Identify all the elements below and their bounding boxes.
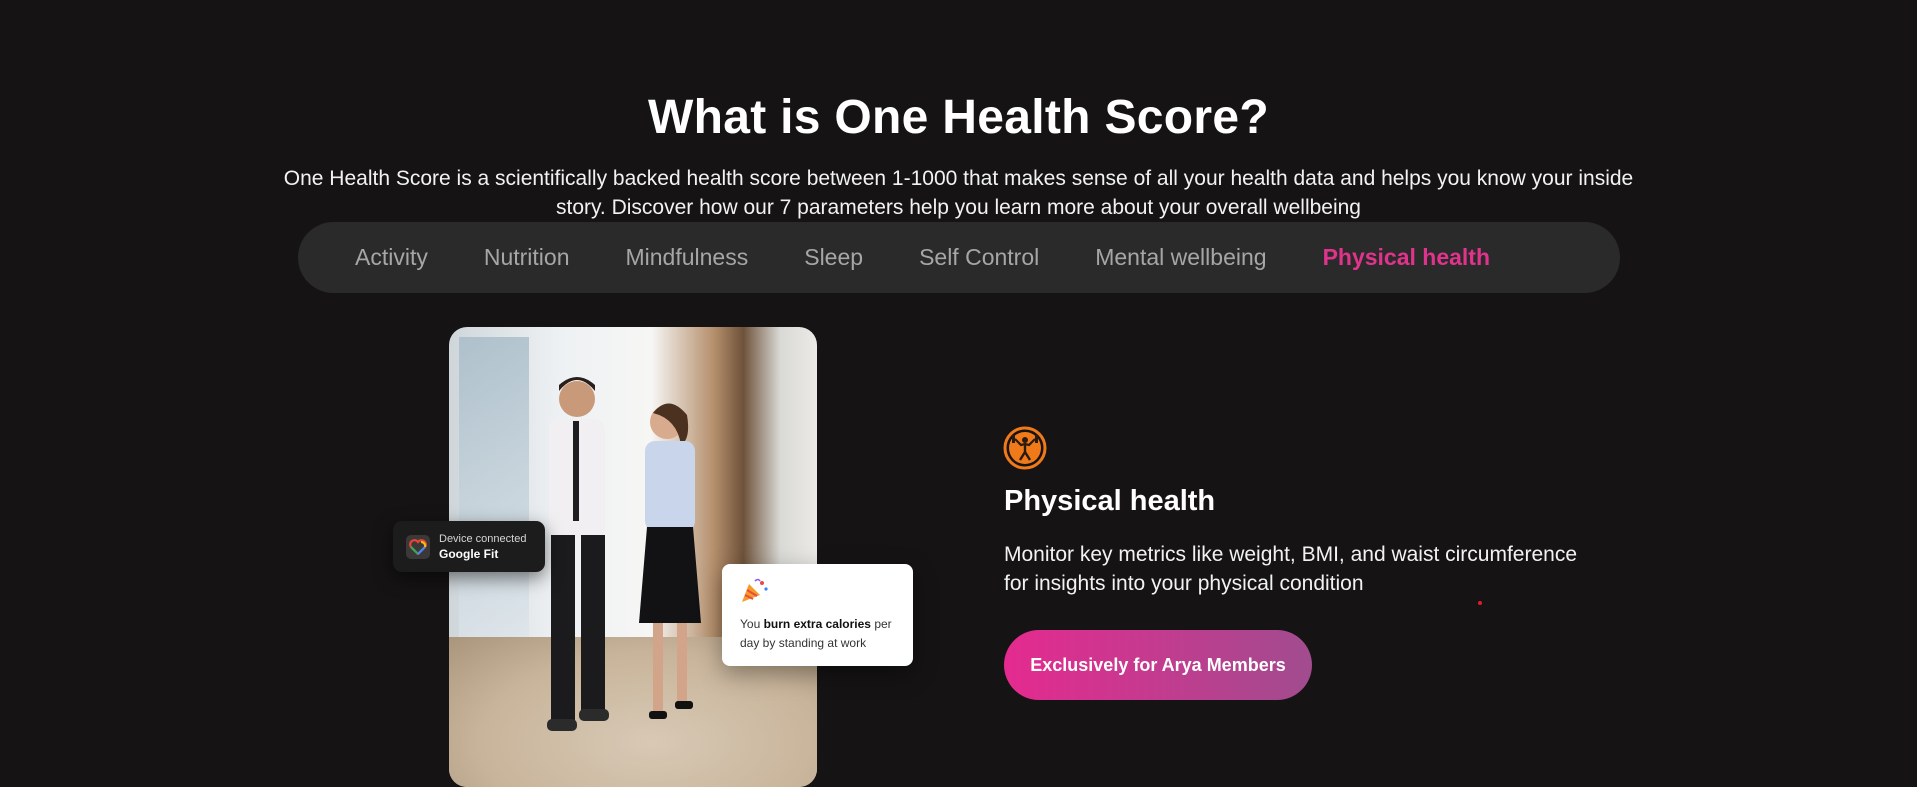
device-badge-line2: Google Fit: [439, 546, 499, 561]
detail-description: Monitor key metrics like weight, BMI, an…: [1004, 543, 1578, 595]
device-badge-line1: Device connected: [439, 532, 527, 545]
tab-nutrition[interactable]: Nutrition: [484, 244, 570, 271]
device-badge-text: Device connected Google Fit: [439, 533, 526, 561]
detail-title: Physical health: [1004, 485, 1216, 517]
red-dot: [1478, 601, 1482, 605]
calorie-bold: burn extra calories: [763, 617, 871, 631]
tab-sleep[interactable]: Sleep: [804, 244, 863, 271]
tab-mental-wellbeing[interactable]: Mental wellbeing: [1095, 244, 1266, 271]
parameter-tabs: Activity Nutrition Mindfulness Sleep Sel…: [298, 222, 1620, 293]
section-description: One Health Score is a scientifically bac…: [283, 167, 1634, 219]
device-connected-badge: Device connected Google Fit: [393, 521, 545, 572]
calorie-card-text: You burn extra calories per day by stand…: [740, 615, 895, 653]
google-fit-icon: [406, 534, 430, 559]
calorie-card: You burn extra calories per day by stand…: [722, 564, 913, 666]
arya-members-button[interactable]: Exclusively for Arya Members: [1004, 630, 1312, 700]
weightlifter-icon: [1003, 426, 1047, 470]
tab-physical-health[interactable]: Physical health: [1323, 244, 1490, 271]
section-title: What is One Health Score?: [648, 91, 1269, 145]
tab-activity[interactable]: Activity: [355, 244, 428, 271]
tab-mindfulness[interactable]: Mindfulness: [626, 244, 749, 271]
party-popper-icon: [740, 578, 770, 608]
tab-self-control[interactable]: Self Control: [919, 244, 1039, 271]
calorie-prefix: You: [740, 617, 764, 631]
